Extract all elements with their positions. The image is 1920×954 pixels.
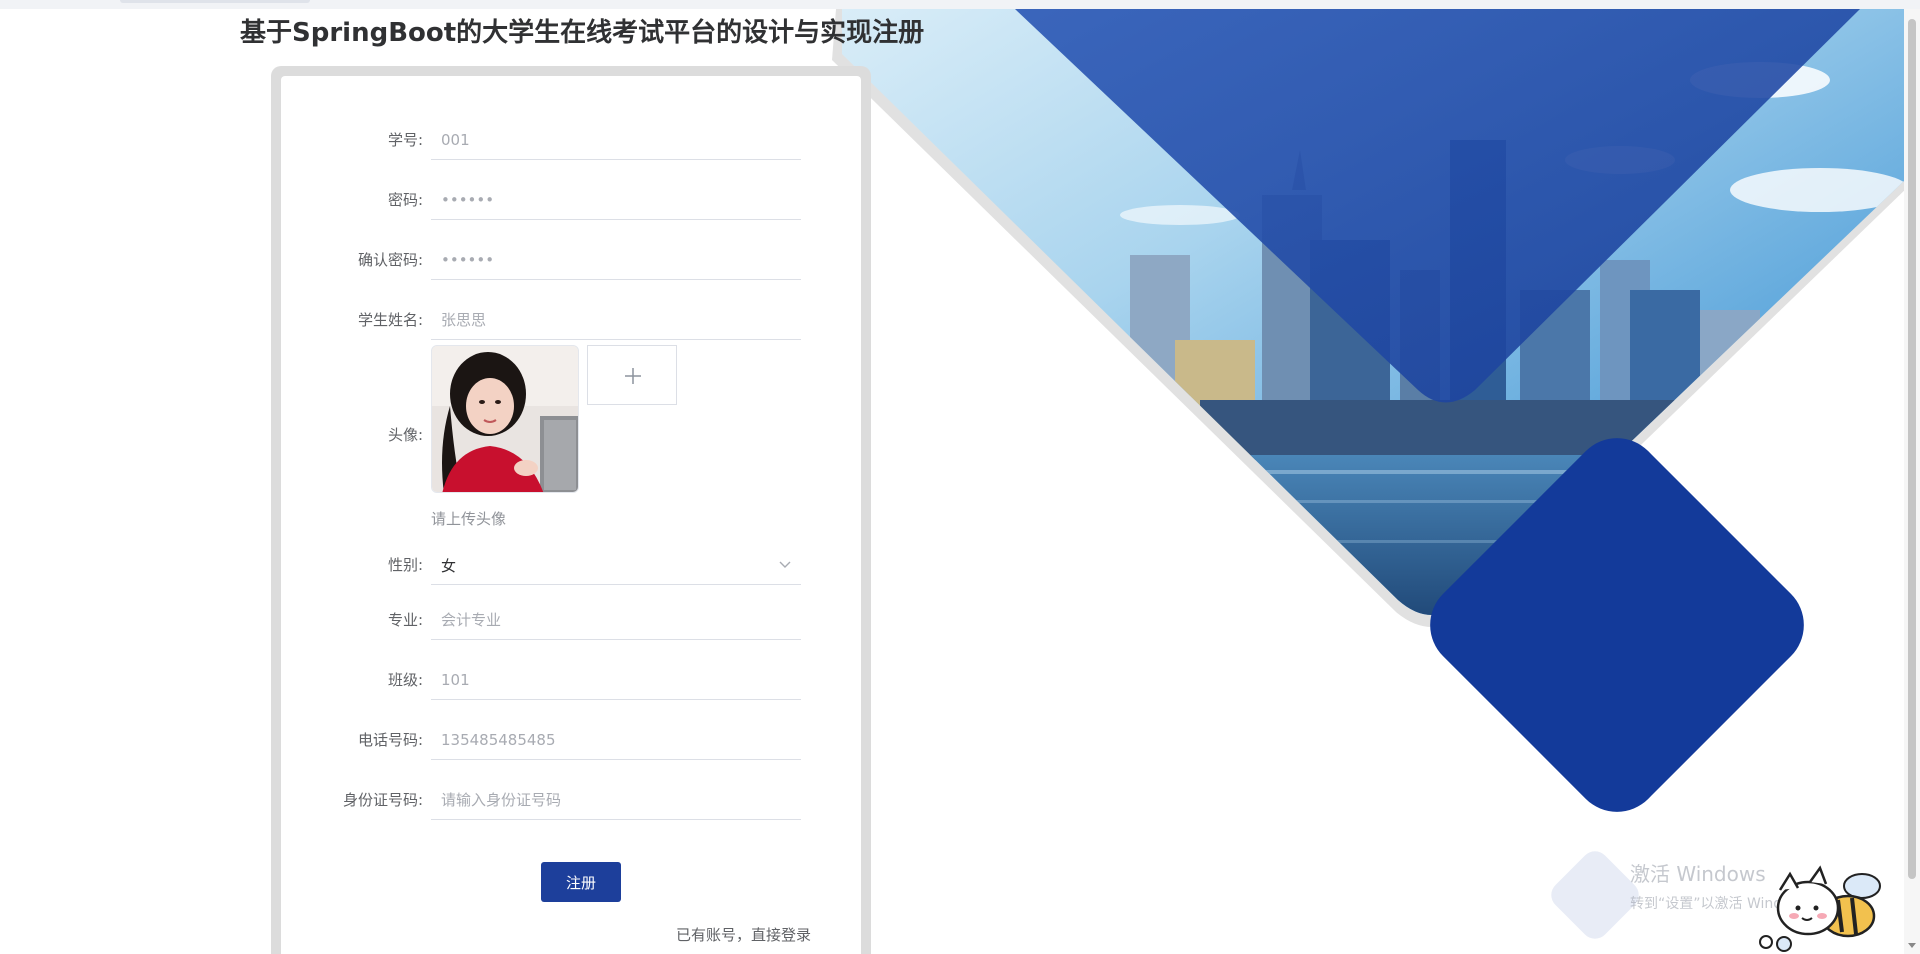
gender-label: 性别: <box>387 556 423 574</box>
gender-row: 性别: 女 <box>281 541 861 589</box>
student-name-row: 学生姓名: <box>281 296 861 344</box>
avatar-label: 头像: <box>387 426 423 444</box>
student-name-input[interactable] <box>431 302 801 338</box>
id-card-label: 身份证号码: <box>342 791 423 809</box>
major-field-wrap <box>431 602 801 640</box>
plus-icon <box>625 368 641 384</box>
class-input[interactable] <box>431 662 801 698</box>
confirm-password-field-wrap <box>431 242 801 280</box>
phone-label: 电话号码: <box>357 731 423 749</box>
class-field-wrap <box>431 662 801 700</box>
phone-row: 电话号码: <box>281 716 861 764</box>
student-name-field-wrap <box>431 302 801 340</box>
login-link[interactable]: 已有账号，直接登录 <box>676 924 811 945</box>
avatar-photo <box>432 346 578 492</box>
id-card-input[interactable] <box>431 782 801 818</box>
register-button[interactable]: 注册 <box>541 862 621 902</box>
id-card-field-wrap <box>431 782 801 820</box>
page-title: 基于SpringBoot的大学生在线考试平台的设计与实现注册 <box>240 18 925 48</box>
confirm-password-row: 确认密码: <box>281 236 861 284</box>
avatar-preview[interactable] <box>431 345 579 493</box>
phone-input[interactable] <box>431 722 801 758</box>
confirm-password-input[interactable] <box>431 242 801 278</box>
gender-select[interactable]: 女 <box>431 547 801 585</box>
register-form: 学号: 密码: 确认密码: 学生姓名: <box>281 76 861 954</box>
major-input[interactable] <box>431 602 801 638</box>
class-row: 班级: <box>281 656 861 704</box>
register-form-card: 学号: 密码: 确认密码: 学生姓名: <box>271 66 871 954</box>
avatar-upload-hint: 请上传头像 <box>431 510 507 528</box>
class-label: 班级: <box>387 671 423 689</box>
page-scrollbar[interactable] <box>1904 9 1920 954</box>
avatar-upload-button[interactable] <box>587 345 677 405</box>
register-page: 基于SpringBoot的大学生在线考试平台的设计与实现注册 学号: 密码: 确… <box>0 0 1920 954</box>
password-field-wrap <box>431 182 801 220</box>
student-name-label: 学生姓名: <box>357 311 423 329</box>
phone-field-wrap <box>431 722 801 760</box>
major-label: 专业: <box>387 611 423 629</box>
password-label: 密码: <box>387 191 423 209</box>
student-id-row: 学号: <box>281 116 861 164</box>
scroll-down-arrow-icon[interactable] <box>1908 943 1916 948</box>
student-id-label: 学号: <box>387 131 423 149</box>
student-id-field-wrap <box>431 122 801 160</box>
confirm-password-label: 确认密码: <box>357 251 423 269</box>
student-id-input[interactable] <box>431 122 801 158</box>
chevron-down-icon <box>779 561 791 568</box>
password-input[interactable] <box>431 182 801 218</box>
major-row: 专业: <box>281 596 861 644</box>
password-row: 密码: <box>281 176 861 224</box>
scrollbar-thumb[interactable] <box>1908 19 1916 879</box>
mascot-sticker-icon <box>1759 865 1881 952</box>
gender-selected-value: 女 <box>441 557 457 575</box>
id-card-row: 身份证号码: <box>281 776 861 824</box>
